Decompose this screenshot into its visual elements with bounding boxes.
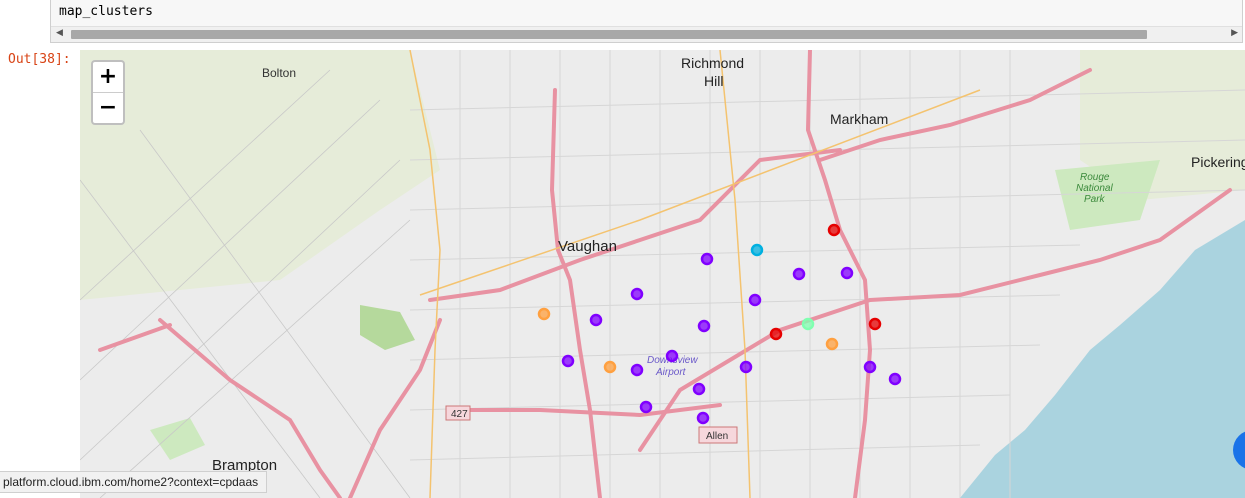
cluster-marker-purple[interactable] — [589, 313, 603, 327]
cluster-map[interactable]: Bolton Richmond Hill Markham Vaughan Pic… — [80, 50, 1245, 498]
scroll-right-icon[interactable]: ▶ — [1231, 28, 1238, 38]
cluster-marker-purple[interactable] — [739, 360, 753, 374]
input-cell[interactable]: map_clusters ◀ ▶ — [50, 0, 1243, 43]
cell-code[interactable]: map_clusters — [59, 4, 153, 19]
scrollbar-thumb[interactable] — [71, 30, 1147, 39]
cluster-markers — [537, 223, 902, 425]
cluster-marker-purple[interactable] — [692, 382, 706, 396]
cluster-marker-purple[interactable] — [696, 411, 710, 425]
cluster-marker-red[interactable] — [769, 327, 783, 341]
cluster-marker-purple[interactable] — [748, 293, 762, 307]
cluster-marker-purple[interactable] — [665, 349, 679, 363]
cluster-marker-purple[interactable] — [888, 372, 902, 386]
scroll-left-icon[interactable]: ◀ — [56, 28, 63, 38]
cluster-marker-orange[interactable] — [825, 337, 839, 351]
cluster-marker-purple[interactable] — [697, 319, 711, 333]
output-prompt: Out[38]: — [8, 52, 71, 67]
cluster-marker-purple[interactable] — [561, 354, 575, 368]
cluster-marker-purple[interactable] — [792, 267, 806, 281]
cluster-marker-purple[interactable] — [630, 287, 644, 301]
zoom-control: + − — [91, 60, 125, 125]
horizontal-scrollbar[interactable]: ◀ ▶ — [51, 26, 1242, 42]
cluster-marker-purple[interactable] — [639, 400, 653, 414]
status-bar-url: platform.cloud.ibm.com/home2?context=cpd… — [0, 471, 268, 493]
cluster-marker-mint[interactable] — [801, 317, 815, 331]
cluster-marker-purple[interactable] — [840, 266, 854, 280]
cluster-marker-purple[interactable] — [700, 252, 714, 266]
cluster-marker-blue[interactable] — [750, 243, 764, 257]
cluster-marker-orange[interactable] — [537, 307, 551, 321]
zoom-out-button[interactable]: − — [93, 92, 123, 123]
cluster-marker-orange[interactable] — [603, 360, 617, 374]
cluster-marker-purple[interactable] — [863, 360, 877, 374]
zoom-in-button[interactable]: + — [93, 62, 123, 92]
cluster-marker-red[interactable] — [868, 317, 882, 331]
cluster-marker-purple[interactable] — [630, 363, 644, 377]
cluster-marker-red[interactable] — [827, 223, 841, 237]
